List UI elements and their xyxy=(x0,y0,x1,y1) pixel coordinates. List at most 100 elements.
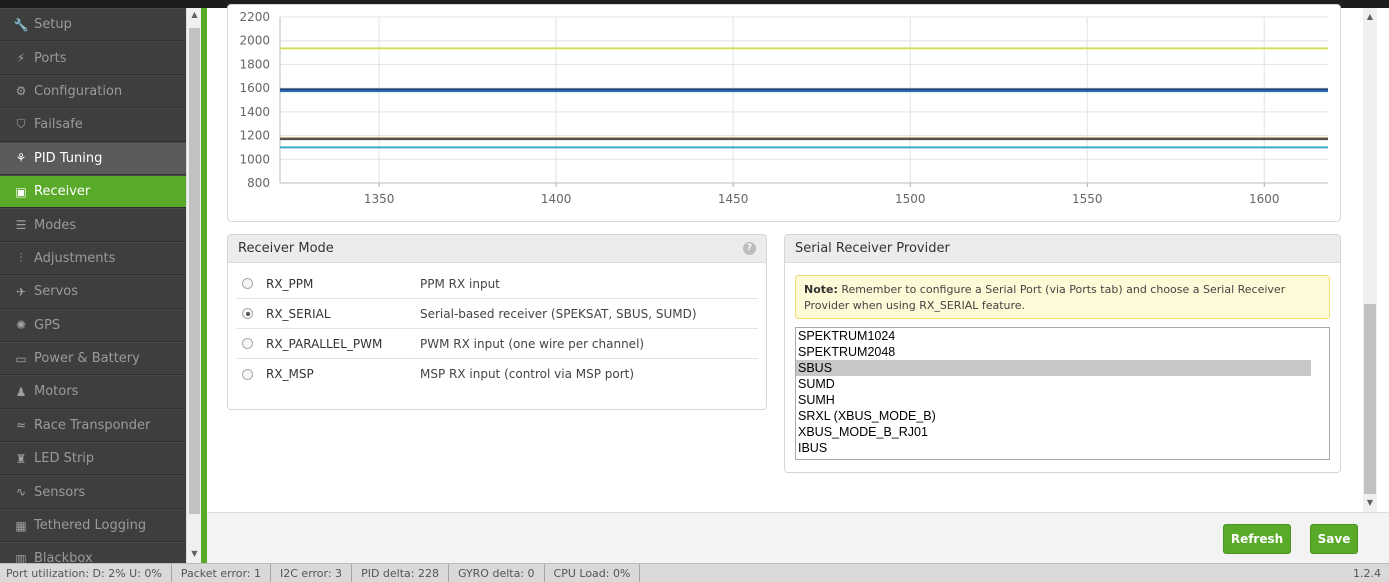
scroll-down-arrow-icon[interactable]: ▼ xyxy=(187,549,202,558)
sidebar-item-sensors[interactable]: ∿ Sensors xyxy=(0,475,186,509)
receiver-mode-header: Receiver Mode ? xyxy=(228,235,766,263)
pulse-icon: ∿ xyxy=(15,485,27,500)
led-icon: ♜ xyxy=(15,451,27,466)
receiver-tab-content: 800 1000 1200 1400 1600 1800 2000 2200 1350 1400 1… xyxy=(207,4,1363,512)
receiver-mode-row[interactable]: RX_PARALLEL_PWM PWM RX input (one wire pe… xyxy=(236,329,758,359)
sidebar-item-label: Receiver xyxy=(34,184,91,200)
receiver-mode-name: RX_SERIAL xyxy=(266,306,331,321)
gyro-delta: GYRO delta: 0 xyxy=(449,563,545,582)
x-tick-label: 1350 xyxy=(364,192,395,206)
port-utilization: Port utilization: D: 2% U: 0% xyxy=(0,563,172,582)
provider-option[interactable]: SRXL (XBUS_MODE_B) xyxy=(796,408,1311,424)
receiver-mode-title: Receiver Mode xyxy=(238,241,334,256)
serial-provider-panel: Serial Receiver Provider Note: Remember … xyxy=(784,234,1341,473)
toggles-icon: ☰ xyxy=(15,218,27,233)
sidebar-item-gps[interactable]: ✺ GPS xyxy=(0,308,186,342)
receiver-mode-name: RX_MSP xyxy=(266,367,314,381)
sidebar-item-tethered-logging[interactable]: ▦ Tethered Logging xyxy=(0,508,186,543)
main-scroll-thumb[interactable] xyxy=(1364,304,1376,494)
main-scroll-down-icon[interactable]: ▼ xyxy=(1363,498,1377,507)
radio-button[interactable] xyxy=(242,278,253,289)
sidebar-item-race-transponder[interactable]: ≈ Race Transponder xyxy=(0,408,186,443)
sidebar-item-label: Power & Battery xyxy=(34,351,140,367)
sitemap-icon: ⚘ xyxy=(15,151,27,166)
y-tick-label: 2200 xyxy=(239,10,270,24)
provider-option[interactable]: SUMD xyxy=(796,376,1311,392)
sidebar-item-pid-tuning[interactable]: ⚘ PID Tuning xyxy=(0,141,186,175)
sidebar-item-adjustments[interactable]: ⫶ Adjustments xyxy=(0,241,186,276)
note-text: Remember to configure a Serial Port (via… xyxy=(804,283,1286,312)
battery-icon: ▭ xyxy=(15,351,27,366)
bottom-toolbar: Refresh Save xyxy=(207,512,1389,563)
sidebar-item-label: LED Strip xyxy=(34,451,95,467)
serial-provider-header: Serial Receiver Provider xyxy=(785,235,1340,263)
serial-provider-title: Serial Receiver Provider xyxy=(795,241,950,256)
sidebar-item-label: Blackbox xyxy=(34,551,93,563)
sidebar-item-label: Configuration xyxy=(34,83,123,99)
receiver-mode-name: RX_PPM xyxy=(266,276,314,291)
sidebar-item-servos[interactable]: ✈ Servos xyxy=(0,275,186,309)
sidebar-item-receiver[interactable]: ▣ Receiver xyxy=(0,174,186,209)
provider-option[interactable]: IBUS xyxy=(796,440,1311,456)
sidebar-item-motors[interactable]: ♟ Motors xyxy=(0,375,186,409)
receiver-mode-desc: Serial-based receiver (SPEKSAT, SBUS, SU… xyxy=(420,306,697,321)
rx-chart-svg: 800 1000 1200 1400 1600 1800 2000 2200 1350 1400 1… xyxy=(239,10,1328,206)
sidebar-item-label: Motors xyxy=(34,384,79,400)
receiver-mode-row[interactable]: RX_SERIAL Serial-based receiver (SPEKSAT,… xyxy=(236,299,758,329)
sidebar-item-led-strip[interactable]: ♜ LED Strip xyxy=(0,442,186,476)
sidebar-item-failsafe[interactable]: ⛉ Failsafe xyxy=(0,108,186,142)
app-version: 1.2.4 xyxy=(1353,567,1381,580)
radio-button[interactable] xyxy=(242,338,253,349)
sidebar-item-modes[interactable]: ☰ Modes xyxy=(0,208,186,242)
x-tick-label: 1600 xyxy=(1249,192,1280,206)
receiver-mode-row[interactable]: RX_PPM PPM RX input xyxy=(236,269,758,299)
receiver-mode-row[interactable]: RX_MSP MSP RX input (control via MSP port… xyxy=(236,359,758,389)
status-bar: Port utilization: D: 2% U: 0% Packet err… xyxy=(0,563,1389,582)
sidebar-nav: 🔧 Setup ⚡ Ports ⚙ Configuration ⛉ Failsafe ⚘ PID … xyxy=(0,8,186,563)
receiver-icon: ▣ xyxy=(15,184,27,199)
x-tick-label: 1450 xyxy=(718,192,749,206)
sidebar-item-power-battery[interactable]: ▭ Power & Battery xyxy=(0,341,186,376)
blackbox-icon: ▥ xyxy=(15,551,27,563)
sliders-icon: ⫶ xyxy=(19,250,23,265)
satellite-icon: ✺ xyxy=(15,318,27,333)
sidebar-scroll-thumb[interactable] xyxy=(189,28,200,514)
save-button[interactable]: Save xyxy=(1310,524,1358,554)
servo-icon: ✈ xyxy=(15,284,27,299)
sidebar-item-label: GPS xyxy=(34,317,61,333)
help-icon[interactable]: ? xyxy=(743,242,756,255)
sidebar-item-blackbox[interactable]: ▥ Blackbox xyxy=(0,542,186,563)
cpu-load: CPU Load: 0% xyxy=(545,563,641,582)
provider-option[interactable]: SPEKTRUM2048 xyxy=(796,344,1311,360)
y-tick-label: 1000 xyxy=(239,152,270,166)
scroll-up-arrow-icon[interactable]: ▲ xyxy=(187,10,202,19)
radio-button[interactable] xyxy=(242,368,253,380)
y-tick-label: 2000 xyxy=(239,34,270,48)
sidebar-item-label: Tethered Logging xyxy=(34,518,147,534)
i2c-error: I2C error: 3 xyxy=(271,563,353,582)
main-scroll-up-icon[interactable]: ▲ xyxy=(1363,12,1377,21)
receiver-mode-panel: Receiver Mode ? RX_PPM PPM RX input RX_SER… xyxy=(227,234,767,410)
receiver-mode-desc: MSP RX input (control via MSP port) xyxy=(420,367,635,381)
y-tick-label: 1200 xyxy=(239,129,270,143)
sidebar-item-ports[interactable]: ⚡ Ports xyxy=(0,41,186,75)
sidebar-item-label: PID Tuning xyxy=(34,150,103,166)
provider-option[interactable]: SUMH xyxy=(796,392,1311,408)
sidebar-item-setup[interactable]: 🔧 Setup xyxy=(0,8,186,42)
provider-option[interactable]: SBUS xyxy=(796,360,1311,376)
sidebar-scrollbar[interactable]: ▲ ▼ xyxy=(186,8,201,563)
shield-icon: ⛉ xyxy=(16,117,26,132)
receiver-mode-name: RX_PARALLEL_PWM xyxy=(266,336,383,351)
y-tick-label: 800 xyxy=(247,176,270,190)
note-label: Note: xyxy=(804,283,838,296)
provider-option[interactable]: SPEKTRUM1024 xyxy=(796,328,1311,344)
serial-provider-listbox[interactable]: SPEKTRUM1024 SPEKTRUM2048 SBUS SUMD SUMH SRXL… xyxy=(795,327,1330,460)
radio-button[interactable] xyxy=(242,308,253,319)
packet-error: Packet error: 1 xyxy=(172,563,271,582)
main-scrollbar[interactable]: ▲ ▼ xyxy=(1363,8,1377,512)
logging-icon: ▦ xyxy=(15,518,27,533)
refresh-button[interactable]: Refresh xyxy=(1223,524,1291,554)
sidebar-item-configuration[interactable]: ⚙ Configuration xyxy=(0,74,186,109)
receiver-mode-list: RX_PPM PPM RX input RX_SERIAL Serial-based … xyxy=(228,263,766,389)
provider-option[interactable]: XBUS_MODE_B_RJ01 xyxy=(796,424,1311,440)
